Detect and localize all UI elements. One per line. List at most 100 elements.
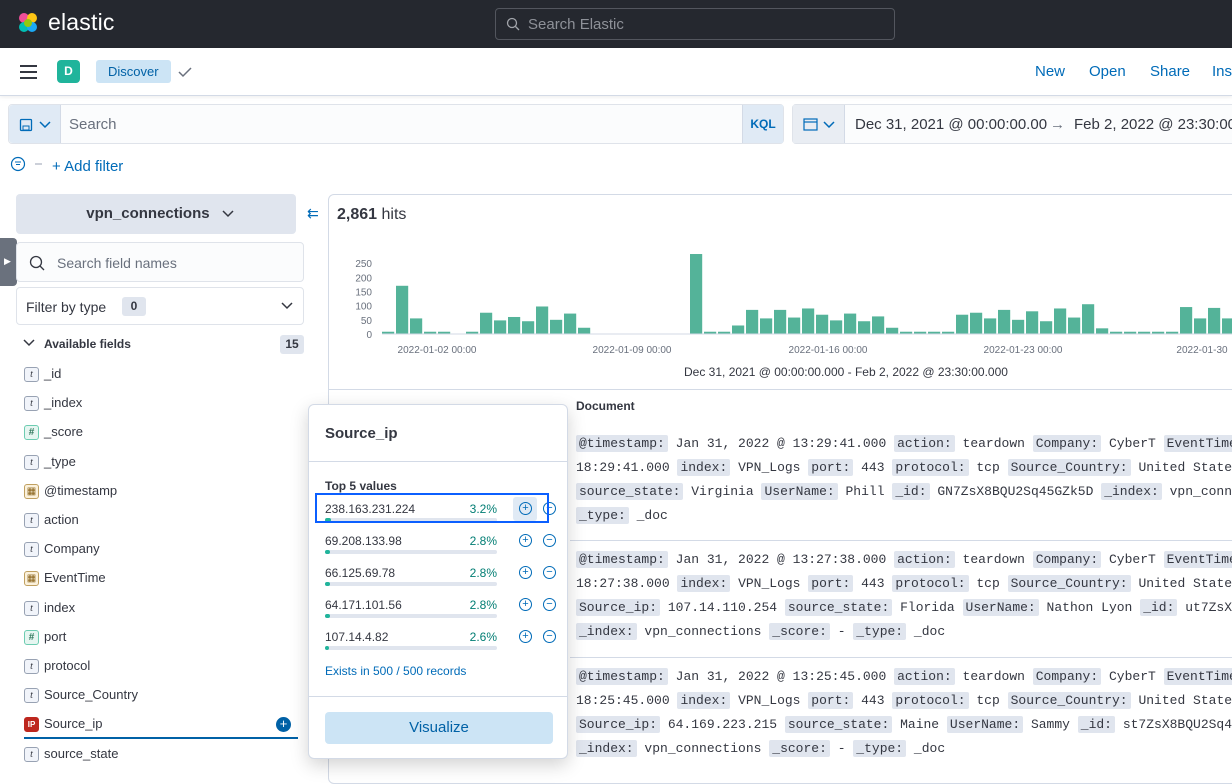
visualize-button[interactable]: Visualize: [325, 712, 553, 744]
doc-field-key: _score:: [769, 623, 830, 640]
share-link[interactable]: Share: [1150, 63, 1190, 80]
filter-by-type-dropdown[interactable]: Filter by type 0: [16, 287, 304, 325]
filter-for-value-icon[interactable]: +: [519, 566, 532, 579]
histogram-bar[interactable]: [1096, 328, 1109, 334]
chevron-down-icon[interactable]: [23, 339, 35, 347]
document-line: source_state: Virginia UserName: Phill _…: [576, 480, 1232, 504]
histogram-bar[interactable]: [536, 306, 549, 334]
global-search-input[interactable]: Search Elastic: [495, 8, 895, 40]
histogram-bar[interactable]: [956, 314, 969, 334]
filter-out-value-icon[interactable]: −: [543, 534, 556, 547]
histogram-bar[interactable]: [1026, 311, 1039, 334]
histogram-bar[interactable]: [970, 312, 983, 334]
histogram-bar[interactable]: [1208, 307, 1221, 334]
doc-field-key: index:: [677, 575, 731, 592]
filter-options[interactable]: [10, 156, 44, 177]
histogram-bar[interactable]: [1222, 318, 1232, 334]
doc-field-key: UserName:: [962, 599, 1039, 616]
histogram-bar[interactable]: [816, 314, 829, 334]
histogram-bar[interactable]: [858, 321, 871, 334]
document-line: _index: vpn_connections _score: - _type:…: [576, 737, 1232, 761]
filter-out-value-icon[interactable]: −: [543, 598, 556, 611]
histogram-bar[interactable]: [564, 313, 577, 334]
doc-field-key: UserName:: [946, 716, 1024, 733]
space-avatar[interactable]: D: [57, 60, 80, 83]
new-link[interactable]: New: [1035, 63, 1065, 80]
histogram-bar[interactable]: [690, 254, 703, 334]
filter-for-value-icon[interactable]: +: [519, 630, 532, 643]
histogram-bar[interactable]: [396, 285, 409, 334]
histogram-bar[interactable]: [774, 309, 787, 334]
y-tick-label: 100: [355, 302, 372, 313]
filter-for-value-icon[interactable]: +: [519, 534, 532, 547]
doc-field-value: tcp: [976, 460, 1000, 475]
histogram-bar[interactable]: [480, 312, 493, 334]
open-link[interactable]: Open: [1089, 63, 1126, 80]
add-field-icon[interactable]: +: [276, 717, 291, 732]
doc-field-key: action:: [894, 435, 955, 452]
histogram-bar[interactable]: [830, 320, 843, 334]
histogram-bar[interactable]: [410, 318, 423, 334]
date-start[interactable]: Dec 31, 2021 @ 00:00:00.00: [855, 116, 1047, 133]
menu-icon[interactable]: [20, 65, 37, 79]
histogram-bar[interactable]: [844, 313, 857, 334]
date-quick-menu[interactable]: [793, 105, 845, 143]
doc-field-value: CyberT: [1108, 669, 1156, 684]
histogram-bar[interactable]: [1082, 304, 1095, 334]
document-line: 18:29:41.000 index: VPN_Logs port: 443 p…: [576, 456, 1232, 480]
histogram-bar[interactable]: [578, 327, 591, 334]
add-filter-button[interactable]: + Add filter: [52, 158, 123, 175]
exists-records-link[interactable]: Exists in 500 / 500 records: [325, 664, 466, 678]
histogram-bar[interactable]: [1180, 307, 1193, 334]
hits-number: 2,861: [337, 206, 378, 223]
top-value-bar-fill: [325, 550, 330, 554]
breadcrumb-discover[interactable]: Discover: [96, 60, 171, 83]
histogram-bar[interactable]: [886, 327, 899, 334]
drawer-handle[interactable]: ▶: [0, 238, 17, 286]
doc-field-key: port:: [808, 575, 854, 592]
document-line: @timestamp: Jan 31, 2022 @ 13:27:38.000 …: [576, 548, 1232, 572]
histogram-bar[interactable]: [1012, 319, 1025, 334]
saved-query-menu[interactable]: [9, 105, 61, 143]
field-name: source_state: [44, 746, 119, 761]
histogram-bar[interactable]: [1194, 318, 1207, 334]
calendar-icon: [803, 118, 818, 131]
date-end[interactable]: Feb 2, 2022 @ 23:30:00: [1074, 116, 1232, 133]
histogram-bar[interactable]: [788, 317, 801, 334]
histogram-bar[interactable]: [1054, 308, 1067, 334]
doc-field-value: tcp: [976, 576, 1000, 591]
index-pattern-selector[interactable]: vpn_connections: [16, 194, 296, 234]
histogram-bar[interactable]: [984, 318, 997, 334]
histogram-bar[interactable]: [760, 318, 773, 334]
inspect-link[interactable]: Ins: [1212, 63, 1232, 80]
doc-field-key: _id:: [892, 483, 930, 500]
filter-out-value-icon[interactable]: −: [543, 566, 556, 579]
histogram-date-range: Dec 31, 2021 @ 00:00:00.000 - Feb 2, 202…: [684, 365, 1008, 379]
histogram-bar[interactable]: [746, 309, 759, 334]
histogram-bar[interactable]: [872, 316, 885, 334]
kql-toggle-button[interactable]: KQL: [742, 105, 783, 143]
filter-for-value-icon[interactable]: +: [519, 598, 532, 611]
doc-field-key: _score:: [769, 740, 830, 757]
histogram-bar[interactable]: [802, 308, 815, 334]
hits-count: 2,861 hits: [337, 206, 406, 224]
histogram-bar[interactable]: [732, 325, 745, 334]
doc-field-value: Phill: [845, 484, 885, 499]
elastic-logo-icon[interactable]: [16, 11, 40, 35]
histogram-bar[interactable]: [998, 309, 1011, 334]
histogram-bar[interactable]: [1068, 317, 1081, 334]
filter-out-value-icon[interactable]: −: [543, 630, 556, 643]
string-type-icon: t: [24, 601, 39, 616]
collapse-sidebar-icon[interactable]: ⇇: [307, 205, 319, 222]
histogram-chart[interactable]: 250 200 150 100 50 0 2022-01-02 00:00 2022-01-0…: [330, 250, 1232, 360]
string-type-icon: t: [24, 542, 39, 557]
histogram-bar[interactable]: [494, 320, 507, 334]
histogram-bar[interactable]: [522, 321, 535, 334]
doc-field-key: _type:: [853, 740, 907, 757]
histogram-bar[interactable]: [508, 316, 521, 334]
query-input[interactable]: Search: [69, 116, 117, 133]
field-search-input[interactable]: Search field names: [16, 242, 304, 282]
field-name: port: [44, 629, 67, 644]
histogram-bar[interactable]: [550, 319, 563, 334]
histogram-bar[interactable]: [1040, 321, 1053, 334]
